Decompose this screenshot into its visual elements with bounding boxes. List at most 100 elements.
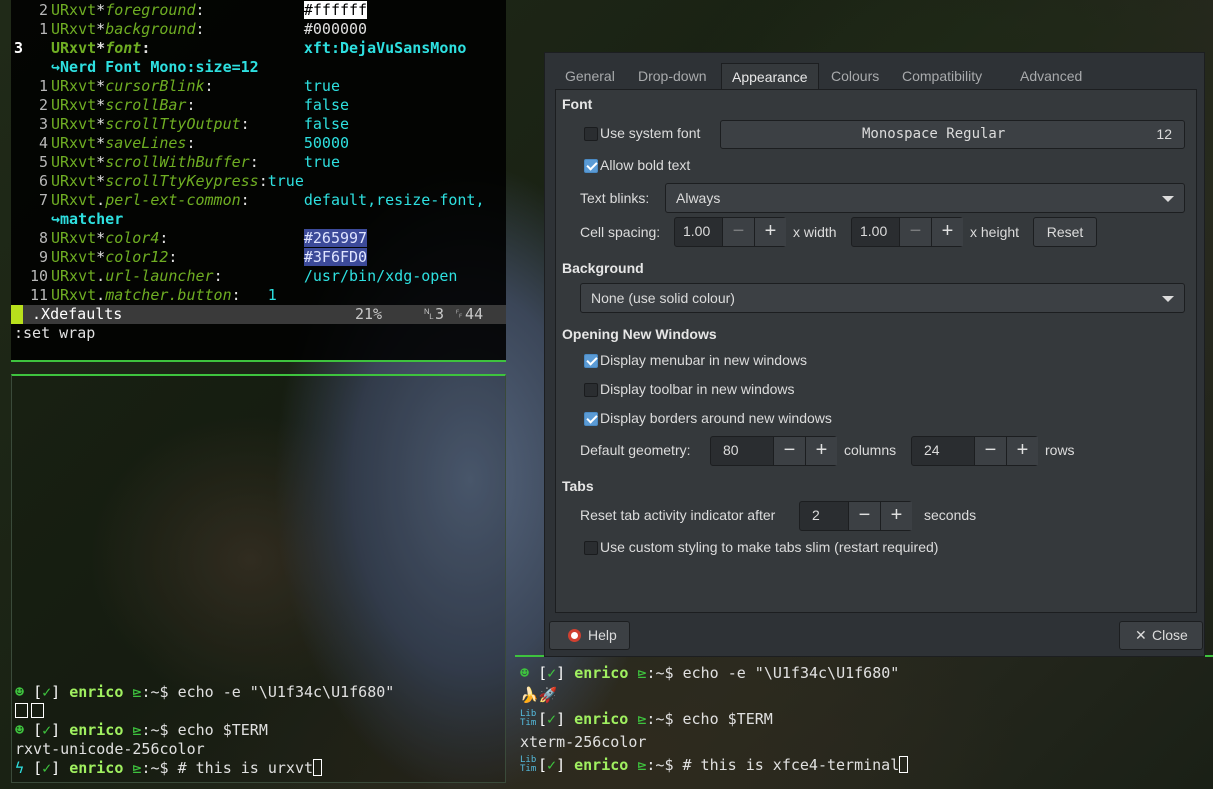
prompt-line[interactable]: Lib Tim [✓] enrico ⊵:~$ # this is xfce4-te… [520, 755, 909, 775]
minus-icon[interactable]: − [974, 437, 1006, 465]
plus-icon[interactable]: + [931, 218, 963, 246]
toolbar-checkbox[interactable] [584, 383, 598, 397]
text-blinks-dropdown[interactable]: Always [665, 183, 1185, 213]
resource-name: color4 [105, 229, 160, 247]
resource-separator: * [96, 172, 106, 190]
vim-terminal-window[interactable]: 2 URxvt*foreground: #ffffff 1 URxvt*backgro… [11, 0, 506, 362]
plus-icon[interactable]: + [805, 437, 837, 465]
resource-separator: . [96, 267, 106, 285]
help-icon [568, 629, 581, 642]
columns-spinner[interactable]: 80 − + [710, 436, 837, 466]
line-number: 3 [14, 39, 24, 57]
resource-separator: * [96, 229, 106, 247]
resource-value: 1 [267, 286, 277, 304]
resource-class: URxvt [51, 172, 97, 190]
vim-line: 10 URxvt.url-launcher: /usr/bin/xdg-open [11, 267, 457, 286]
slim-tabs-checkbox[interactable] [584, 541, 598, 555]
prompt-dir: ~ [655, 756, 665, 774]
line-number: 3 [38, 115, 48, 133]
prompt-dir: ~ [655, 710, 665, 728]
status-position: ␤3 ␌44 [423, 305, 484, 323]
resource-separator: * [96, 1, 106, 19]
line-number: 5 [38, 153, 48, 171]
resource-colon: : [141, 39, 304, 57]
allow-bold-label: Allow bold text [600, 157, 691, 173]
columns-value: 80 [723, 442, 739, 458]
plus-icon[interactable]: + [754, 218, 786, 246]
resource-separator: * [96, 39, 106, 57]
use-system-font-checkbox[interactable] [584, 127, 598, 141]
minus-icon[interactable]: − [848, 502, 880, 530]
vim-line: 5 URxvt*scrollWithBuffer: true [11, 153, 340, 172]
tab-appearance[interactable]: Appearance [721, 63, 819, 90]
vim-line: 4 URxvt*saveLines: 50000 [11, 134, 349, 153]
close-label: Close [1152, 627, 1188, 643]
git-status-icon: ☻ [15, 683, 25, 701]
minus-icon[interactable]: − [773, 437, 805, 465]
plus-icon[interactable]: + [880, 502, 912, 530]
resource-colon: : [186, 96, 304, 114]
vim-line: 1 URxvt*background: #000000 [11, 20, 367, 39]
font-chooser-button[interactable]: Monospace Regular 12 [720, 120, 1185, 149]
minus-icon[interactable]: − [722, 218, 754, 246]
rows-spinner[interactable]: 24 − + [911, 436, 1038, 466]
minus-icon[interactable]: − [899, 218, 931, 246]
menubar-checkbox[interactable] [584, 354, 598, 368]
background-dropdown[interactable]: None (use solid colour) [580, 283, 1185, 313]
resource-name: url-launcher [105, 267, 214, 285]
resource-value: default,resize-font, [303, 191, 485, 209]
cell-width-value: 1.00 [683, 223, 711, 239]
borders-checkbox[interactable] [584, 412, 598, 426]
width-unit-label: x width [793, 224, 837, 240]
chevron-down-icon [1162, 296, 1174, 302]
close-icon: ✕ [1135, 627, 1147, 643]
cell-width-spinner[interactable]: 1.00− + [674, 217, 786, 247]
vim-line: 1 URxvt*cursorBlink: true [11, 77, 340, 96]
plus-icon[interactable]: + [1006, 437, 1038, 465]
mode-indicator [11, 305, 23, 324]
allow-bold-checkbox[interactable] [584, 159, 598, 173]
tab-general[interactable]: General [555, 63, 625, 90]
exit-ok-icon: ✓ [547, 756, 557, 774]
background-value: None (use solid colour) [591, 290, 735, 306]
libertime-icon: Lib Tim [520, 755, 537, 774]
columns-label: columns [844, 442, 897, 458]
font-section-title: Font [562, 96, 593, 112]
resource-separator: * [96, 96, 106, 114]
resource-colon: : [204, 77, 304, 95]
vim-cmdline[interactable]: :set wrap [14, 324, 95, 343]
chevron-down-icon [1162, 196, 1174, 202]
exit-ok-icon: ✓ [547, 710, 557, 728]
vim-line: 7 URxvt.perl-ext-common: default,resize-f… [11, 191, 485, 210]
tab-activity-spinner[interactable]: 2 − + [799, 501, 912, 531]
prompt-line: ☻ [✓] enrico ⊵:~$ echo -e "\U1f34c\U1f68… [520, 664, 900, 682]
resource-separator: . [96, 286, 106, 304]
close-button[interactable]: ✕ Close [1119, 621, 1203, 650]
line-number: 4 [38, 134, 48, 152]
command-text: echo $TERM [177, 721, 268, 739]
urxvt-terminal-window[interactable]: ☻ [✓] enrico ⊵:~$ echo -e "\U1f34c\U1f68… [11, 374, 506, 783]
tab-advanced[interactable]: Advanced [1010, 63, 1092, 90]
command-text: # this is xfce4-terminal [682, 756, 900, 774]
tab-compatibility[interactable]: Compatibility [892, 63, 992, 90]
reset-spacing-button[interactable]: Reset [1033, 217, 1097, 247]
tab-drop-down[interactable]: Drop-down [628, 63, 716, 90]
folder-icon: ⊵ [637, 710, 647, 728]
resource-class: URxvt [51, 153, 97, 171]
vim-line: 2 URxvt*scrollBar: false [11, 96, 349, 115]
resource-colon: : [240, 191, 304, 209]
folder-icon: ⊵ [132, 759, 142, 777]
exit-ok-icon: ✓ [42, 683, 52, 701]
line-number: 1 [38, 77, 48, 95]
terminal-preferences-dialog[interactable]: General Drop-down Appearance Colours Com… [544, 52, 1205, 657]
cell-height-spinner[interactable]: 1.00− + [851, 217, 963, 247]
text-cursor [899, 756, 909, 773]
line-number: 7 [38, 191, 48, 209]
resource-colon: : [168, 248, 304, 266]
resource-value: xft:DejaVuSansMono [303, 39, 467, 57]
prompt-line[interactable]: ϟ [✓] enrico ⊵:~$ # this is urxvt [15, 759, 323, 778]
borders-label: Display borders around new windows [600, 410, 832, 426]
help-button[interactable]: Help [549, 621, 630, 650]
tab-colours[interactable]: Colours [821, 63, 889, 90]
font-size: 12 [1156, 126, 1172, 142]
